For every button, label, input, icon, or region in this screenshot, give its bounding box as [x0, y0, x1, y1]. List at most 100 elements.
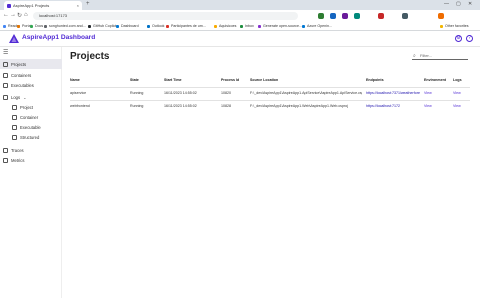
containers-icon — [3, 72, 8, 78]
chevron-down-icon[interactable]: ⌄ — [23, 95, 26, 100]
sidebar-item-containers[interactable]: Containers — [0, 70, 62, 80]
column-header-environment[interactable]: Environment — [424, 78, 450, 82]
bookmark-item[interactable]: Other favorites — [440, 23, 469, 30]
back-icon[interactable]: ← — [3, 12, 9, 18]
extension-icon[interactable] — [402, 13, 408, 19]
browser-tab-strip: AspireApp1 Projects × + — ▢ ✕ — [0, 0, 480, 10]
aspire-logo-icon — [9, 34, 19, 43]
sidebar-item-container[interactable]: Container — [0, 112, 62, 122]
column-header-endpoints[interactable]: Endpoints — [366, 78, 420, 82]
forward-icon[interactable]: → — [10, 12, 16, 18]
cell-endpoint[interactable]: https://localhost:7371/weatherforecast — [366, 91, 420, 95]
bookmark-item[interactable]: Inbox — [240, 23, 254, 30]
bookmark-item[interactable]: Generate open-source... — [258, 23, 302, 30]
sidebar-item-label: Traces — [11, 147, 24, 153]
executables-icon — [3, 82, 8, 88]
browser-toolbar: ← → ↻ ⌂ localhost:17173 — [0, 10, 480, 22]
bookmark-item[interactable]: songhunted.com and... — [44, 23, 86, 30]
bookmark-item[interactable]: Outlook — [147, 23, 164, 30]
extension-icon[interactable] — [330, 13, 336, 19]
reload-icon[interactable]: ↻ — [17, 12, 22, 19]
sidebar-item-traces[interactable]: Traces — [0, 145, 62, 155]
sidebar-item-executable[interactable]: Executable — [0, 122, 62, 132]
close-window-button[interactable]: ✕ — [468, 1, 472, 7]
sidebar-item-label: Projects — [11, 61, 27, 67]
bookmark-item[interactable]: Dashboard — [116, 23, 139, 30]
help-icon[interactable]: ? — [466, 35, 473, 42]
sidebar-item-metrics[interactable]: Metrics — [0, 155, 62, 165]
search-icon: ⌕ — [413, 53, 416, 59]
sidebar: ☰ Projects Containers Executables Logs ⌄ Proj… — [0, 47, 62, 298]
extension-icon[interactable] — [318, 13, 324, 19]
cell-logs[interactable]: View — [453, 91, 470, 95]
sidebar-item-logs[interactable]: Logs ⌄ — [0, 92, 62, 102]
cell-endpoint[interactable]: https://localhost:7172 — [366, 104, 420, 108]
sidebar-item-label: Containers — [11, 72, 32, 78]
page-title: Projects — [70, 51, 110, 62]
extension-icon[interactable] — [378, 13, 384, 19]
tab-favicon-icon — [7, 3, 11, 8]
sidebar-item-label: Metrics — [11, 157, 25, 163]
cell-name: webfrontend — [70, 104, 90, 108]
home-icon[interactable]: ⌂ — [24, 12, 28, 18]
cell-source: F:\_dev\AspireApp1\AspireApp1.Web\Aspire… — [250, 104, 348, 108]
main-content: Projects Filter... ⌕ Name State Start Time P… — [62, 47, 480, 298]
sidebar-item-label: Executable — [20, 124, 41, 130]
column-header-logs[interactable]: Logs — [453, 78, 470, 82]
column-header-source-location[interactable]: Source Location — [250, 78, 362, 82]
column-header-name[interactable]: Name — [70, 78, 125, 82]
filter-input[interactable]: Filter... ⌕ — [412, 52, 468, 60]
cell-environment[interactable]: View — [424, 104, 450, 108]
sidebar-item-label: Container — [20, 114, 39, 120]
maximize-button[interactable]: ▢ — [456, 1, 461, 7]
hamburger-menu-icon[interactable]: ☰ — [3, 49, 8, 56]
logs-icon — [3, 94, 8, 100]
bookmarks-bar: Reader Portal Docs songhunted.com and... Git… — [0, 22, 480, 31]
bookmark-item[interactable]: GitHub Copilot — [88, 23, 116, 30]
extension-icon[interactable] — [342, 13, 348, 19]
cell-start-time: 16/11/2023 14:55:02 — [164, 91, 197, 95]
table-row: apiservice Running 16/11/2023 14:55:02 1082… — [70, 87, 470, 99]
executable-logs-icon — [12, 124, 17, 130]
cell-name: apiservice — [70, 91, 87, 95]
cell-environment[interactable]: View — [424, 91, 450, 95]
page: AspireApp1 Dashboard ⚙ ? ☰ Projects Conta… — [0, 31, 480, 298]
extension-icon[interactable] — [354, 13, 360, 19]
bookmark-item[interactable]: Azure Openin... — [302, 23, 332, 30]
traces-icon — [3, 147, 8, 153]
new-tab-button[interactable]: + — [86, 1, 90, 7]
cell-state: Running — [130, 91, 144, 95]
tab-title: AspireApp1 Projects — [13, 3, 50, 8]
bookmark-item[interactable]: Docs — [30, 23, 43, 30]
metrics-icon — [3, 157, 8, 163]
sidebar-item-label: Structured — [20, 134, 40, 140]
sidebar-item-structured[interactable]: Structured — [0, 132, 62, 142]
sidebar-item-label: Project — [20, 104, 34, 110]
sidebar-item-project[interactable]: Project — [0, 102, 62, 112]
minimize-button[interactable]: — — [444, 1, 449, 7]
cell-process-id: 10828 — [221, 104, 231, 108]
table-header-row: Name State Start Time Process Id Source Loca… — [70, 75, 470, 87]
project-logs-icon — [12, 104, 17, 110]
bookmark-item[interactable]: Participantes de um... — [166, 23, 206, 30]
container-logs-icon — [12, 114, 17, 120]
app-title: AspireApp1 Dashboard — [22, 34, 96, 41]
profile-avatar[interactable] — [438, 13, 444, 19]
sidebar-item-label: Executables — [11, 82, 34, 88]
browser-tab[interactable]: AspireApp1 Projects × — [4, 1, 82, 10]
sidebar-item-executables[interactable]: Executables — [0, 80, 62, 90]
column-header-state[interactable]: State — [130, 78, 160, 82]
table-row: webfrontend Running 16/11/2023 14:55:02 108… — [70, 100, 470, 112]
projects-icon — [3, 61, 8, 67]
cell-state: Running — [130, 104, 144, 108]
address-bar[interactable]: localhost:17173 — [33, 12, 298, 20]
column-header-process-id[interactable]: Process Id — [221, 78, 247, 82]
bookmark-item[interactable]: Aquisicoes — [214, 23, 236, 30]
column-header-start-time[interactable]: Start Time — [164, 78, 216, 82]
tab-close-icon[interactable]: × — [77, 3, 79, 8]
settings-icon[interactable]: ⚙ — [455, 35, 462, 42]
structured-logs-icon — [12, 134, 17, 140]
cell-source: F:\_dev\AspireApp1\AspireApp1.ApiService… — [250, 91, 362, 95]
cell-logs[interactable]: View — [453, 104, 470, 108]
sidebar-item-projects[interactable]: Projects — [0, 59, 62, 69]
